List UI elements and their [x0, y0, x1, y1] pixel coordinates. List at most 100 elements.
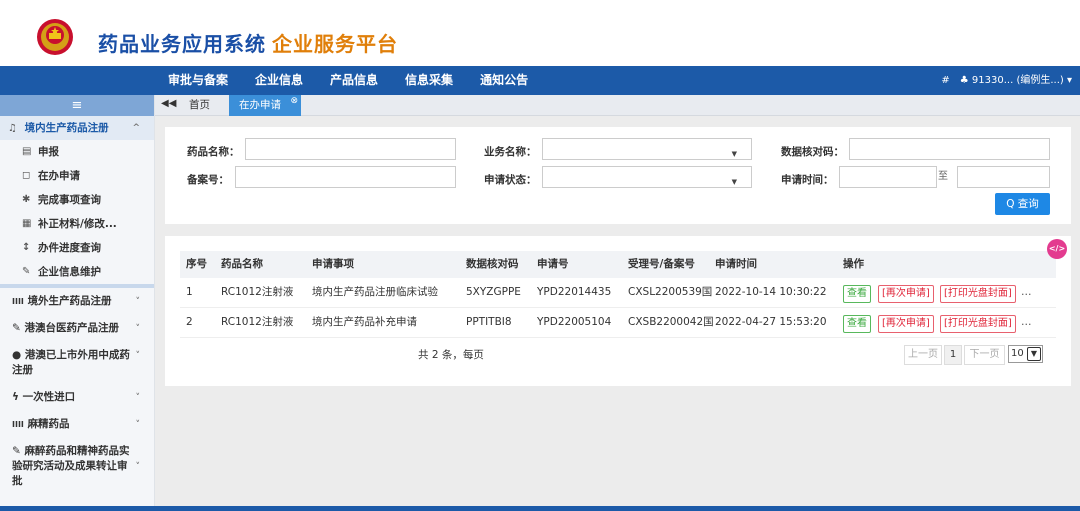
cell-drug-name: RC1012注射液	[221, 286, 294, 298]
nav-item-data-collection[interactable]: 信息采集	[405, 66, 453, 95]
document-icon: ▤	[22, 146, 32, 157]
dropdown-arrow-icon: ▼	[731, 150, 737, 158]
drug-name-input[interactable]	[245, 138, 456, 160]
cell-data-code: 5XYZGPPE	[466, 286, 521, 298]
sidebar-item-label: 办件进度查询	[38, 242, 101, 254]
print-cover-button[interactable]: [打印光盘封面]	[940, 285, 1016, 303]
sidebar-group-label: 境内生产药品注册	[24, 122, 109, 134]
search-button[interactable]: Q 查询	[995, 193, 1050, 215]
data-code-label: 数据核对码：	[781, 146, 844, 158]
sidebar-group-foreign-registration[interactable]: IIII 境外生产药品注册 ˅	[0, 288, 154, 315]
sidebar-item-label: 完成事项查询	[38, 194, 101, 206]
date-range-separator: 至	[938, 171, 948, 182]
col-header-data-code: 数据核对码	[466, 258, 519, 270]
prev-page-button[interactable]: 上一页	[904, 345, 942, 365]
cell-drug-name: RC1012注射液	[221, 316, 294, 328]
sidebar-group-one-time-import[interactable]: ϟ 一次性进口 ˅	[0, 384, 154, 411]
col-header-no: 序号	[186, 258, 207, 270]
tab-scroll-left-icon[interactable]: ◀◀	[161, 98, 176, 109]
grid-icon: ▦	[22, 218, 32, 229]
sidebar-group-label: 一次性进口	[22, 391, 76, 403]
apply-time-start-input[interactable]	[839, 166, 937, 188]
tab-in-progress[interactable]: 在办申请 ⊗	[229, 95, 301, 116]
chevron-down-icon: ˅	[135, 324, 141, 334]
nav-item-approval[interactable]: 审批与备案	[168, 66, 228, 95]
user-area: # ♣ 91330... (编例生...) ▾	[941, 66, 1072, 95]
next-page-button[interactable]: 下一页	[964, 345, 1005, 365]
table-header: 序号 药品名称 申请事项 数据核对码 申请号 受理号/备案号 申请时间 操作	[180, 251, 1056, 278]
chevron-down-icon: ▼	[1027, 347, 1041, 361]
col-header-drug-name: 药品名称	[221, 258, 263, 270]
status-select[interactable]: ▼	[542, 166, 752, 188]
col-header-app-no: 申请号	[537, 258, 569, 270]
tab-bar: ◀◀ 首页 在办申请 ⊗	[155, 95, 1080, 116]
search-panel: 药品名称： 业务名称： ▼ 数据核对码： 备案号： 申请状态： ▼ 申请时间： …	[165, 127, 1071, 224]
sidebar-group-domestic-registration[interactable]: ♫ 境内生产药品注册 ^	[0, 116, 154, 140]
sidebar-group-hk-macao-tcm[interactable]: ● 港澳已上市外用中成药注册 ˅	[0, 342, 154, 384]
tab-home[interactable]: 首页	[179, 95, 220, 116]
sidebar-group-label: 麻醉药品和精神药品实验研究活动及成果转让审批	[12, 445, 130, 487]
sidebar-item-company-maintenance[interactable]: ✎ 企业信息维护	[0, 260, 154, 284]
chevron-down-icon: ˅	[135, 393, 141, 403]
edit-icon: ✎	[12, 322, 21, 334]
results-panel: 序号 药品名称 申请事项 数据核对码 申请号 受理号/备案号 申请时间 操作 1…	[165, 236, 1071, 386]
nav-item-product-info[interactable]: 产品信息	[330, 66, 378, 95]
col-header-time: 申请时间	[715, 258, 757, 270]
page-size-select[interactable]: 10 ▼	[1008, 345, 1043, 363]
chevron-up-icon: ^	[132, 123, 140, 133]
sidebar-item-apply[interactable]: ▤ 申报	[0, 140, 154, 164]
cell-data-code: PPTITBI8	[466, 316, 512, 328]
reapply-button[interactable]: [再次申请]	[878, 315, 934, 333]
record-no-label: 备案号：	[187, 174, 229, 186]
sidebar-group-narcotic-drugs[interactable]: IIII 麻精药品 ˅	[0, 411, 154, 438]
print-cover-button[interactable]: [打印光盘封面]	[940, 315, 1016, 333]
more-actions[interactable]: ...	[1021, 315, 1032, 328]
more-actions[interactable]: ...	[1021, 285, 1032, 298]
app-header: 药品业务应用系统 企业服务平台	[0, 0, 1080, 66]
cell-app-no: YPD22005104	[537, 316, 612, 328]
cell-no: 1	[186, 286, 193, 298]
sidebar-group-label: 麻精药品	[27, 418, 70, 430]
chevron-down-icon: ˅	[135, 462, 141, 472]
chevron-down-icon: ˅	[135, 297, 141, 307]
apply-time-label: 申请时间：	[781, 174, 834, 186]
business-name-select[interactable]: ▼	[542, 138, 752, 160]
reapply-button[interactable]: [再次申请]	[878, 285, 934, 303]
drug-name-label: 药品名称：	[187, 146, 240, 158]
table-row: 2 RC1012注射液 境内生产药品补充申请 PPTITBI8 YPD22005…	[180, 309, 1056, 338]
business-name-label: 业务名称：	[484, 146, 537, 158]
user-menu[interactable]: ♣ 91330... (编例生...) ▾	[960, 66, 1072, 95]
lightning-icon: ϟ	[12, 391, 19, 403]
record-no-input[interactable]	[235, 166, 456, 188]
top-menu: 审批与备案 企业信息 产品信息 信息采集 通知公告	[168, 66, 555, 95]
table-row: 1 RC1012注射液 境内生产药品注册临床试验 5XYZGPPE YPD220…	[180, 279, 1056, 308]
nav-item-notices[interactable]: 通知公告	[480, 66, 528, 95]
sidebar-group-hk-macao-taiwan[interactable]: ✎ 港澳台医药产品注册 ˅	[0, 315, 154, 342]
sidebar-item-completed-query[interactable]: ✱ 完成事项查询	[0, 188, 154, 212]
col-header-accept-no: 受理号/备案号	[628, 258, 695, 270]
sidebar-item-progress-query[interactable]: ↕ 办件进度查询	[0, 236, 154, 260]
sidebar-group-narcotic-research[interactable]: ✎ 麻醉药品和精神药品实验研究活动及成果转让审批 ˅	[0, 438, 154, 495]
national-emblem-icon	[37, 19, 73, 55]
data-code-input[interactable]	[849, 138, 1050, 160]
cell-accept-no: CXSL2200539国	[628, 286, 713, 298]
apply-time-end-input[interactable]	[957, 166, 1050, 188]
view-button[interactable]: 查看	[843, 315, 871, 333]
col-header-actions: 操作	[843, 258, 864, 270]
home-icon[interactable]: #	[941, 66, 949, 95]
close-icon[interactable]: ⊗	[290, 91, 298, 112]
sidebar-item-supplement[interactable]: ▦ 补正材料/修改...	[0, 212, 154, 236]
sidebar-item-in-progress[interactable]: ◻ 在办申请	[0, 164, 154, 188]
col-header-item: 申请事项	[312, 258, 354, 270]
code-icon[interactable]: </>	[1047, 239, 1067, 259]
dropdown-arrow-icon: ▼	[731, 178, 737, 186]
sidebar-group-label: 港澳台医药产品注册	[24, 322, 119, 334]
app-title: 药品业务应用系统	[98, 32, 266, 56]
page-number-button[interactable]: 1	[944, 345, 962, 365]
sidebar: ≡ ♫ 境内生产药品注册 ^ ▤ 申报 ◻ 在办申请 ✱ 完成事项查询 ▦ 补正材料/修…	[0, 95, 155, 511]
view-button[interactable]: 查看	[843, 285, 871, 303]
chevron-down-icon: ˅	[135, 351, 141, 361]
sidebar-toggle-icon[interactable]: ≡	[0, 95, 154, 116]
top-nav: 审批与备案 企业信息 产品信息 信息采集 通知公告 # ♣ 91330... (…	[0, 66, 1080, 95]
sidebar-item-label: 在办申请	[38, 170, 80, 182]
